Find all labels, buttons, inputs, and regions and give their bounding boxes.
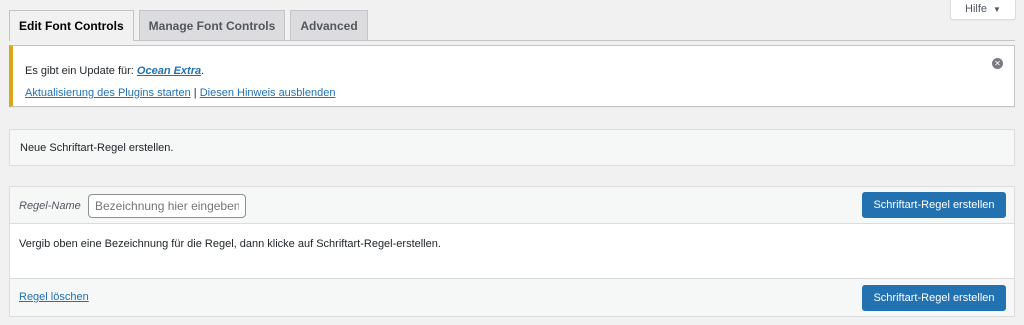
info-text: Neue Schriftart-Regel erstellen. <box>20 141 174 154</box>
dismiss-icon[interactable]: ✕ <box>992 58 1003 69</box>
rule-name-input[interactable] <box>88 194 246 218</box>
update-notice-message: Es gibt ein Update für: Ocean Extra. <box>25 65 204 77</box>
font-controls-page: Hilfe ▼ Edit Font Controls Manage Font C… <box>0 0 1024 325</box>
panel-footer: Regel löschen Schriftart-Regel erstellen <box>10 278 1014 316</box>
notice-prefix: Es gibt ein Update für: <box>25 65 137 77</box>
tab-edit-font-controls[interactable]: Edit Font Controls <box>9 10 134 41</box>
rule-name-label: Regel-Name <box>19 200 81 212</box>
hide-notice-link[interactable]: Diesen Hinweis ausblenden <box>200 87 336 99</box>
create-font-rule-button[interactable]: Schriftart-Regel erstellen <box>862 192 1006 218</box>
plugin-name-link[interactable]: Ocean Extra <box>137 65 201 77</box>
delete-rule-link[interactable]: Regel löschen <box>19 291 89 303</box>
create-font-rule-button-footer[interactable]: Schriftart-Regel erstellen <box>862 285 1006 311</box>
font-rule-panel: Regel-Name Schriftart-Regel erstellen Ve… <box>9 186 1015 317</box>
notice-suffix: . <box>201 65 205 77</box>
create-rule-info: Neue Schriftart-Regel erstellen. <box>9 129 1015 166</box>
rule-description: Vergib oben eine Bezeichnung für die Reg… <box>19 238 441 250</box>
tab-manage-font-controls[interactable]: Manage Font Controls <box>138 10 286 40</box>
panel-header: Regel-Name Schriftart-Regel erstellen <box>10 187 1014 224</box>
update-notice: Es gibt ein Update für: Ocean Extra. Akt… <box>9 45 1015 107</box>
start-plugin-update-link[interactable]: Aktualisierung des Plugins starten <box>25 87 191 99</box>
link-separator: | <box>190 87 200 99</box>
tab-advanced[interactable]: Advanced <box>290 10 368 40</box>
update-notice-actions: Aktualisierung des Plugins starten | Die… <box>25 87 335 99</box>
tab-bar: Edit Font Controls Manage Font Controls … <box>9 10 1015 41</box>
